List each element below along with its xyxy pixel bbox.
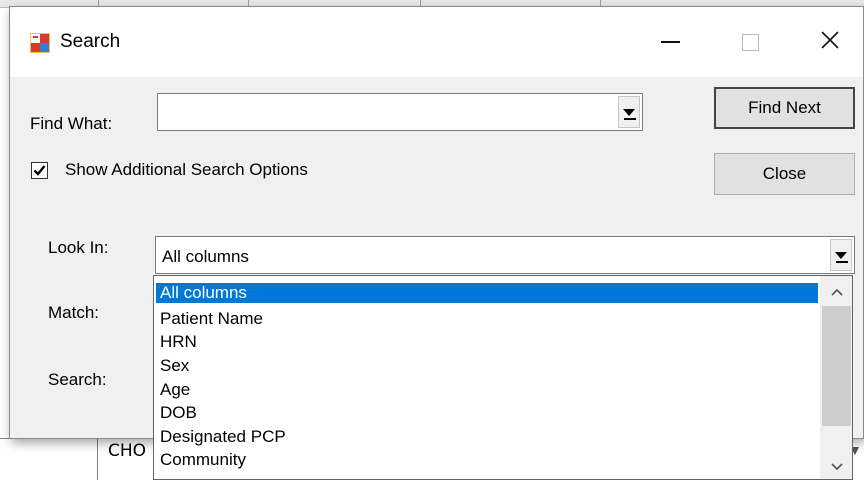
chevron-down-icon xyxy=(623,108,635,116)
background-grid-line xyxy=(97,439,98,480)
dropdown-item-hrn[interactable]: HRN xyxy=(156,332,818,352)
title-bar[interactable]: Search xyxy=(10,7,863,77)
look-in-combo[interactable]: All columns xyxy=(155,236,855,274)
close-button[interactable]: Close xyxy=(714,153,855,195)
scroll-down-button[interactable] xyxy=(820,454,852,479)
dropdown-item-community[interactable]: Community xyxy=(156,450,818,470)
find-next-button[interactable]: Find Next xyxy=(714,87,855,129)
background-grid-cell: CHO xyxy=(108,441,147,461)
minimize-button[interactable] xyxy=(635,7,705,77)
minimize-icon xyxy=(660,41,680,43)
dropdown-item-age[interactable]: Age xyxy=(156,380,818,400)
search-window-icon xyxy=(30,33,50,53)
close-window-button[interactable] xyxy=(795,7,863,77)
dropdown-item-designated-pcp[interactable]: Designated PCP xyxy=(156,427,818,447)
find-what-label: Find What: xyxy=(30,114,113,133)
look-in-dropdown-list[interactable]: All columns Patient Name HRN Sex Age DOB… xyxy=(153,275,853,480)
find-what-combo[interactable] xyxy=(157,93,643,131)
look-in-label: Look In: xyxy=(48,238,109,257)
close-icon xyxy=(820,30,840,55)
show-options-label[interactable]: Show Additional Search Options xyxy=(65,160,308,180)
show-options-checkbox[interactable] xyxy=(31,162,48,179)
chevron-down-icon xyxy=(835,251,847,259)
dropdown-item-sex[interactable]: Sex xyxy=(156,356,818,376)
window-title: Search xyxy=(60,31,121,52)
chevron-down-icon xyxy=(830,463,843,471)
dropdown-item-dob[interactable]: DOB xyxy=(156,403,818,423)
dropdown-item-patient-name[interactable]: Patient Name xyxy=(156,309,818,329)
check-icon xyxy=(33,165,46,176)
look-in-dropdown-button[interactable] xyxy=(830,239,852,271)
scroll-up-button[interactable] xyxy=(820,279,852,305)
chevron-up-icon xyxy=(830,288,843,296)
search-label: Search: xyxy=(48,370,107,389)
look-in-value[interactable]: All columns xyxy=(162,247,249,267)
match-label: Match: xyxy=(48,303,100,322)
find-what-dropdown-button[interactable] xyxy=(618,96,640,128)
scrollbar-thumb[interactable] xyxy=(822,306,851,426)
maximize-button[interactable] xyxy=(715,7,785,77)
dropdown-item-all-columns[interactable]: All columns xyxy=(156,283,818,303)
maximize-icon xyxy=(741,33,759,51)
dropdown-scrollbar[interactable] xyxy=(820,276,852,479)
